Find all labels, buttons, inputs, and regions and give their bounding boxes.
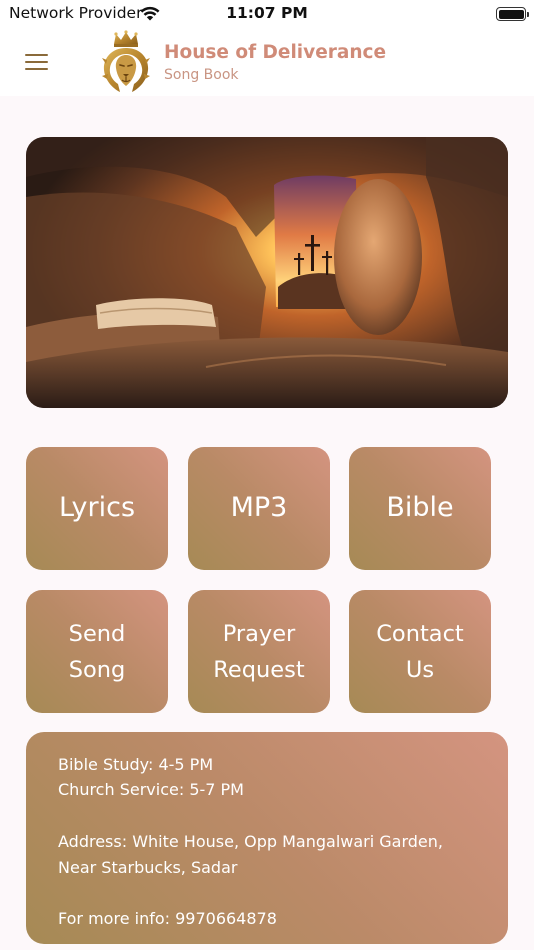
bible-study-time: Bible Study: 4-5 PM [58, 755, 214, 774]
church-service-time: Church Service: 5-7 PM [58, 780, 244, 799]
empty-tomb-three-crosses-image [26, 137, 508, 408]
app-subtitle: Song Book [164, 67, 239, 83]
contact-us-button[interactable]: Contact Us [349, 590, 491, 713]
prayer-request-label: Prayer Request [213, 620, 305, 683]
address-line-2: Near Starbucks, Sadar [58, 858, 238, 877]
app-title: House of Deliverance [164, 42, 387, 63]
mp3-label: MP3 [230, 492, 288, 524]
send-song-label: Send Song [68, 620, 126, 683]
contact-phone[interactable]: For more info: 9970664878 [58, 909, 277, 928]
send-song-button[interactable]: Send Song [26, 590, 168, 713]
church-info-card: Bible Study: 4-5 PM Church Service: 5-7 … [26, 732, 508, 944]
crowned-lion-logo [102, 30, 150, 92]
app-header: House of Deliverance Song Book [0, 28, 534, 96]
battery-full-icon [496, 7, 529, 21]
bible-button[interactable]: Bible [349, 447, 491, 570]
address-line-1: Address: White House, Opp Mangalwari Gar… [58, 832, 443, 851]
hamburger-menu-icon[interactable] [18, 46, 54, 78]
lyrics-button[interactable]: Lyrics [26, 447, 168, 570]
status-bar: Network Provider 11:07 PM [0, 0, 534, 28]
hero-image [26, 137, 508, 408]
prayer-request-button[interactable]: Prayer Request [188, 590, 330, 713]
contact-us-label: Contact Us [376, 620, 464, 683]
status-time: 11:07 PM [226, 4, 308, 22]
mp3-button[interactable]: MP3 [188, 447, 330, 570]
bible-label: Bible [386, 492, 454, 524]
lyrics-label: Lyrics [58, 492, 136, 524]
